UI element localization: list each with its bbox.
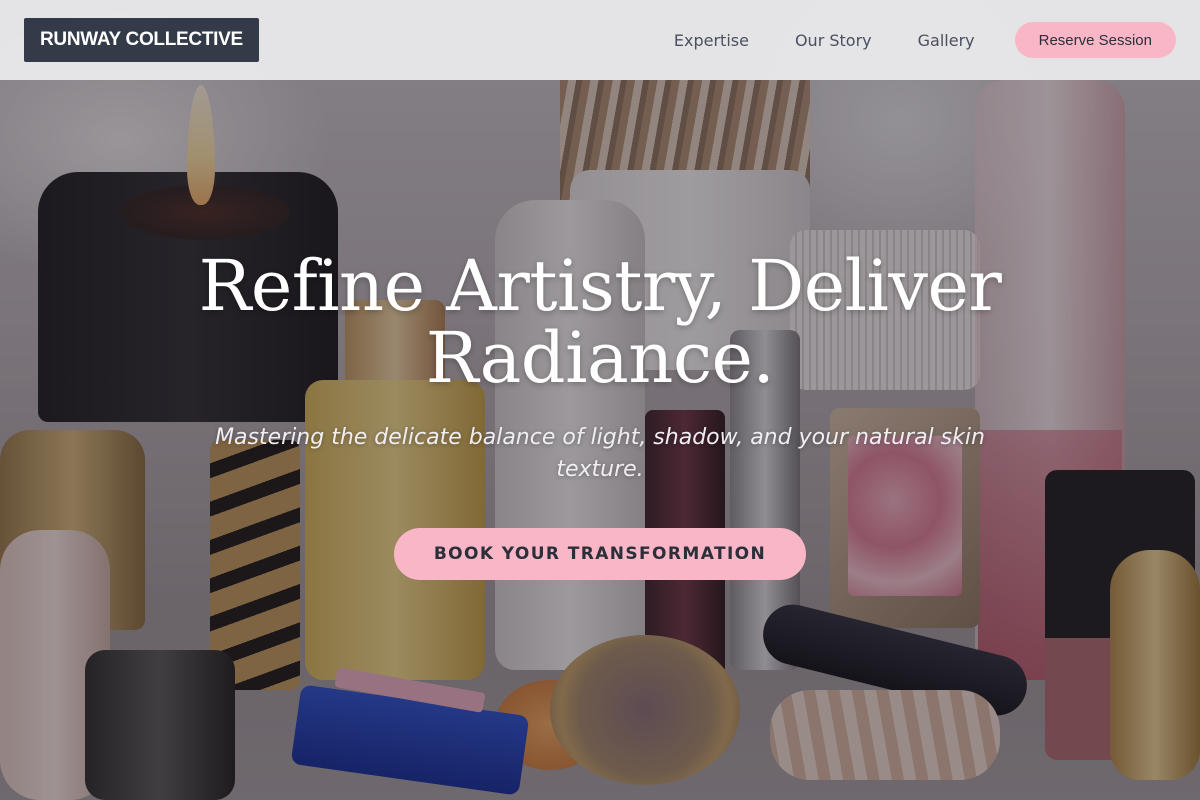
book-transformation-button[interactable]: BOOK YOUR TRANSFORMATION [393, 528, 807, 580]
hero-content: Refine Artistry, Deliver Radiance. Maste… [150, 250, 1050, 580]
site-header: RUNWAY COLLECTIVE Expertise Our Story Ga… [0, 0, 1200, 80]
hero-subtitle: Mastering the delicate balance of light,… [215, 425, 985, 482]
hero-title: Refine Artistry, Deliver Radiance. [198, 245, 1002, 399]
nav-link-gallery[interactable]: Gallery [918, 31, 975, 50]
main-nav: Expertise Our Story Gallery Reserve Sess… [674, 22, 1176, 58]
nav-link-expertise[interactable]: Expertise [674, 31, 749, 50]
nav-link-our-story[interactable]: Our Story [795, 31, 872, 50]
reserve-session-button[interactable]: Reserve Session [1014, 22, 1176, 58]
brand-logo[interactable]: RUNWAY COLLECTIVE [24, 18, 259, 62]
